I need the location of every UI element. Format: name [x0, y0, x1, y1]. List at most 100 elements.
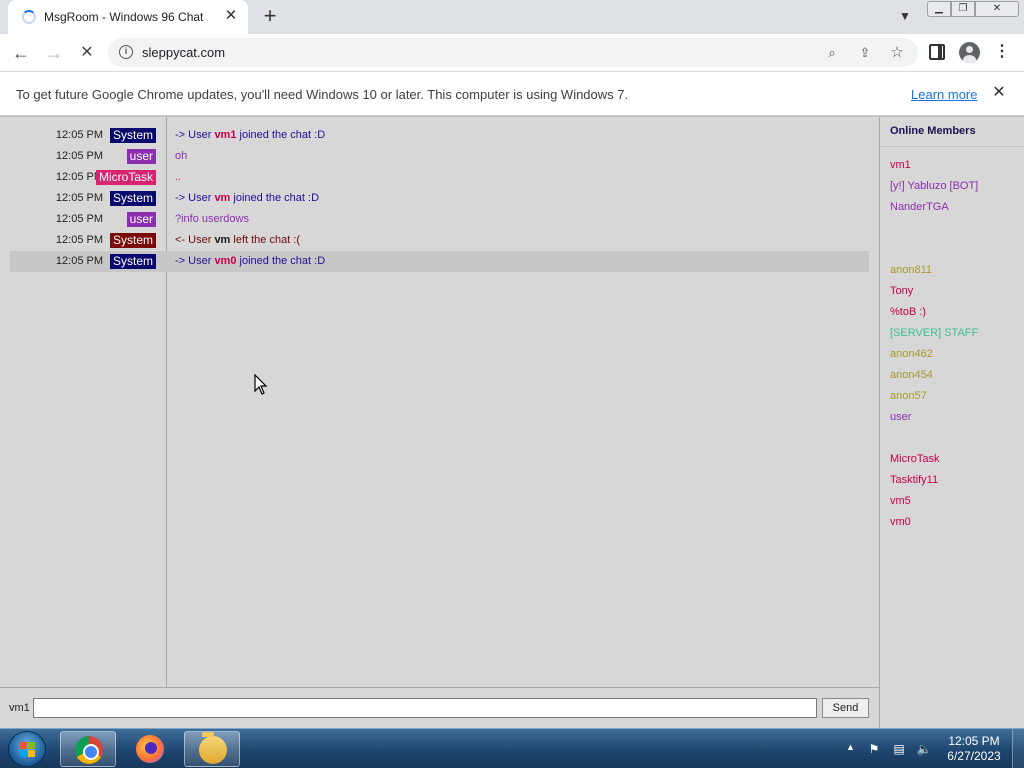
share-icon[interactable]: ⇪	[856, 44, 874, 62]
member-item[interactable]: MicroTask	[890, 453, 940, 465]
chat-message-row: 12:05 PM System -> User vm joined the chat…	[10, 188, 869, 209]
message-username[interactable]: vm0	[214, 255, 236, 267]
sender-badge[interactable]: System	[109, 191, 156, 206]
taskbar: ▲ ⚑ ▤ 🔈 12:05 PM 6/27/2023	[0, 728, 1024, 768]
message-time: 12:05 PM	[55, 213, 103, 225]
chat-message-row: 12:05 PM System <- User vm left the chat :…	[10, 230, 869, 251]
member-item[interactable]: [SERVER] STAFF	[890, 327, 978, 339]
member-item[interactable]: NanderTGA	[890, 201, 949, 213]
clock-date: 6/27/2023	[947, 749, 1001, 763]
chat-message-row: 12:05 PM user oh	[10, 146, 869, 167]
taskbar-chrome-button[interactable]	[60, 731, 116, 767]
sender-badge[interactable]: System	[109, 233, 156, 248]
member-item[interactable]: Tony	[890, 285, 913, 297]
infobar-close-button[interactable]: ✕	[990, 84, 1008, 102]
back-icon[interactable]: ←	[9, 41, 33, 65]
message-time: 12:05 PM	[55, 129, 103, 141]
clock-time: 12:05 PM	[948, 734, 1000, 748]
taskbar-explorer-button[interactable]	[184, 731, 240, 767]
url-text[interactable]: sleppycat.com	[142, 45, 225, 60]
chat-message-row: 12:05 PM user ?info userdows	[10, 209, 869, 230]
member-item[interactable]: vm5	[890, 495, 911, 507]
message-text: -> User vm1 joined the chat :D	[175, 129, 325, 141]
message-text: <- User vm left the chat :(	[175, 234, 300, 246]
online-members-panel: Online Members vm1 [y!] Yabluzo [BOT] Nand…	[879, 117, 1024, 728]
message-username[interactable]: vm	[214, 234, 230, 246]
chevron-down-icon[interactable]: ▼	[896, 7, 914, 25]
message-prefix: oh	[175, 150, 188, 162]
members-separator	[880, 146, 1024, 147]
message-time: 12:05 PM	[55, 192, 103, 204]
side-panel-icon[interactable]	[929, 44, 945, 60]
explorer-icon	[199, 732, 227, 764]
nickname-label[interactable]: vm1	[9, 702, 30, 714]
menu-icon[interactable]: ⋮	[994, 42, 1010, 62]
message-time: 12:05 PM	[55, 234, 103, 246]
minimize-button[interactable]: ▁	[927, 1, 951, 17]
tab-close-button[interactable]: ✕	[222, 7, 240, 25]
member-item[interactable]: %toB :)	[890, 306, 926, 318]
tab-strip: MsgRoom - Windows 96 Chat ✕ + ▼ ▁ ❐ ✕	[0, 0, 1024, 34]
profile-icon[interactable]	[959, 42, 980, 63]
info-icon[interactable]: i	[119, 45, 133, 59]
network-icon[interactable]: ▤	[891, 741, 907, 757]
member-item[interactable]: user	[890, 411, 911, 423]
close-window-button[interactable]: ✕	[975, 1, 1019, 17]
chat-message-row: 12:05 PM System -> User vm1 joined the cha…	[10, 125, 869, 146]
chat-message-row: 12:05 PM System -> User vm0 joined the cha…	[10, 251, 869, 272]
sender-badge[interactable]: user	[126, 149, 156, 164]
firefox-icon	[136, 735, 164, 763]
tab-msgroom[interactable]: MsgRoom - Windows 96 Chat ✕	[8, 0, 248, 34]
start-button[interactable]	[8, 731, 46, 767]
member-item[interactable]: anon454	[890, 369, 933, 381]
stop-loading-icon[interactable]: ✕	[75, 41, 99, 65]
message-input[interactable]	[33, 698, 817, 718]
address-bar[interactable]: i sleppycat.com ⌕ ⇪ ☆	[108, 38, 918, 67]
message-text: ..	[175, 171, 181, 183]
infobar-message: To get future Google Chrome updates, you…	[16, 87, 629, 102]
send-button[interactable]: Send	[822, 698, 869, 718]
chat-input-bar: vm1 Send	[0, 687, 879, 728]
taskbar-firefox-button[interactable]	[122, 731, 178, 767]
windows-logo-icon	[20, 742, 36, 758]
member-item[interactable]: Tasktify11	[890, 474, 938, 486]
message-text: -> User vm joined the chat :D	[175, 192, 319, 204]
message-prefix: -> User	[175, 129, 215, 141]
new-tab-button[interactable]: +	[259, 5, 281, 27]
sender-badge[interactable]: System	[109, 254, 156, 269]
sender-badge[interactable]: user	[126, 212, 156, 227]
chrome-icon	[75, 736, 103, 764]
member-item[interactable]: anon462	[890, 348, 933, 360]
browser-toolbar: ← → ✕ i sleppycat.com ⌕ ⇪ ☆ ⋮	[0, 34, 1024, 71]
clock[interactable]: 12:05 PM 6/27/2023	[944, 734, 1004, 764]
tray-expand-icon[interactable]: ▲	[846, 742, 855, 752]
member-item[interactable]: [y!] Yabluzo [BOT]	[890, 180, 978, 192]
sender-badge[interactable]: MicroTask	[95, 170, 156, 185]
message-prefix: -> User	[175, 255, 215, 267]
sender-badge[interactable]: System	[109, 128, 156, 143]
search-icon[interactable]: ⌕	[823, 44, 841, 62]
message-username[interactable]: vm	[214, 192, 230, 204]
star-icon[interactable]: ☆	[888, 44, 906, 62]
learn-more-link[interactable]: Learn more	[911, 87, 977, 102]
message-prefix: <- User	[175, 234, 215, 246]
message-prefix: ..	[175, 171, 182, 183]
member-item[interactable]: vm1	[890, 159, 911, 171]
action-center-flag-icon[interactable]: ⚑	[866, 741, 882, 757]
chat-log: 12:05 PM System -> User vm1 joined the cha…	[0, 117, 879, 687]
restore-button[interactable]: ❐	[951, 1, 975, 17]
member-item[interactable]: anon57	[890, 390, 927, 402]
message-username[interactable]: vm1	[214, 129, 236, 141]
mouse-cursor-icon	[254, 373, 268, 395]
message-suffix: joined the chat :D	[236, 129, 326, 141]
member-item[interactable]: vm0	[890, 516, 911, 528]
forward-icon[interactable]: →	[42, 41, 66, 65]
members-title: Online Members	[890, 125, 976, 137]
message-suffix: joined the chat :D	[230, 192, 320, 204]
show-desktop-button[interactable]	[1012, 729, 1024, 768]
message-suffix: left the chat :(	[230, 234, 301, 246]
volume-muted-icon[interactable]: 🔈	[916, 741, 932, 757]
message-text: -> User vm0 joined the chat :D	[175, 255, 325, 267]
member-item[interactable]: anon811	[890, 264, 932, 276]
message-time: 12:05 PM	[55, 255, 103, 267]
